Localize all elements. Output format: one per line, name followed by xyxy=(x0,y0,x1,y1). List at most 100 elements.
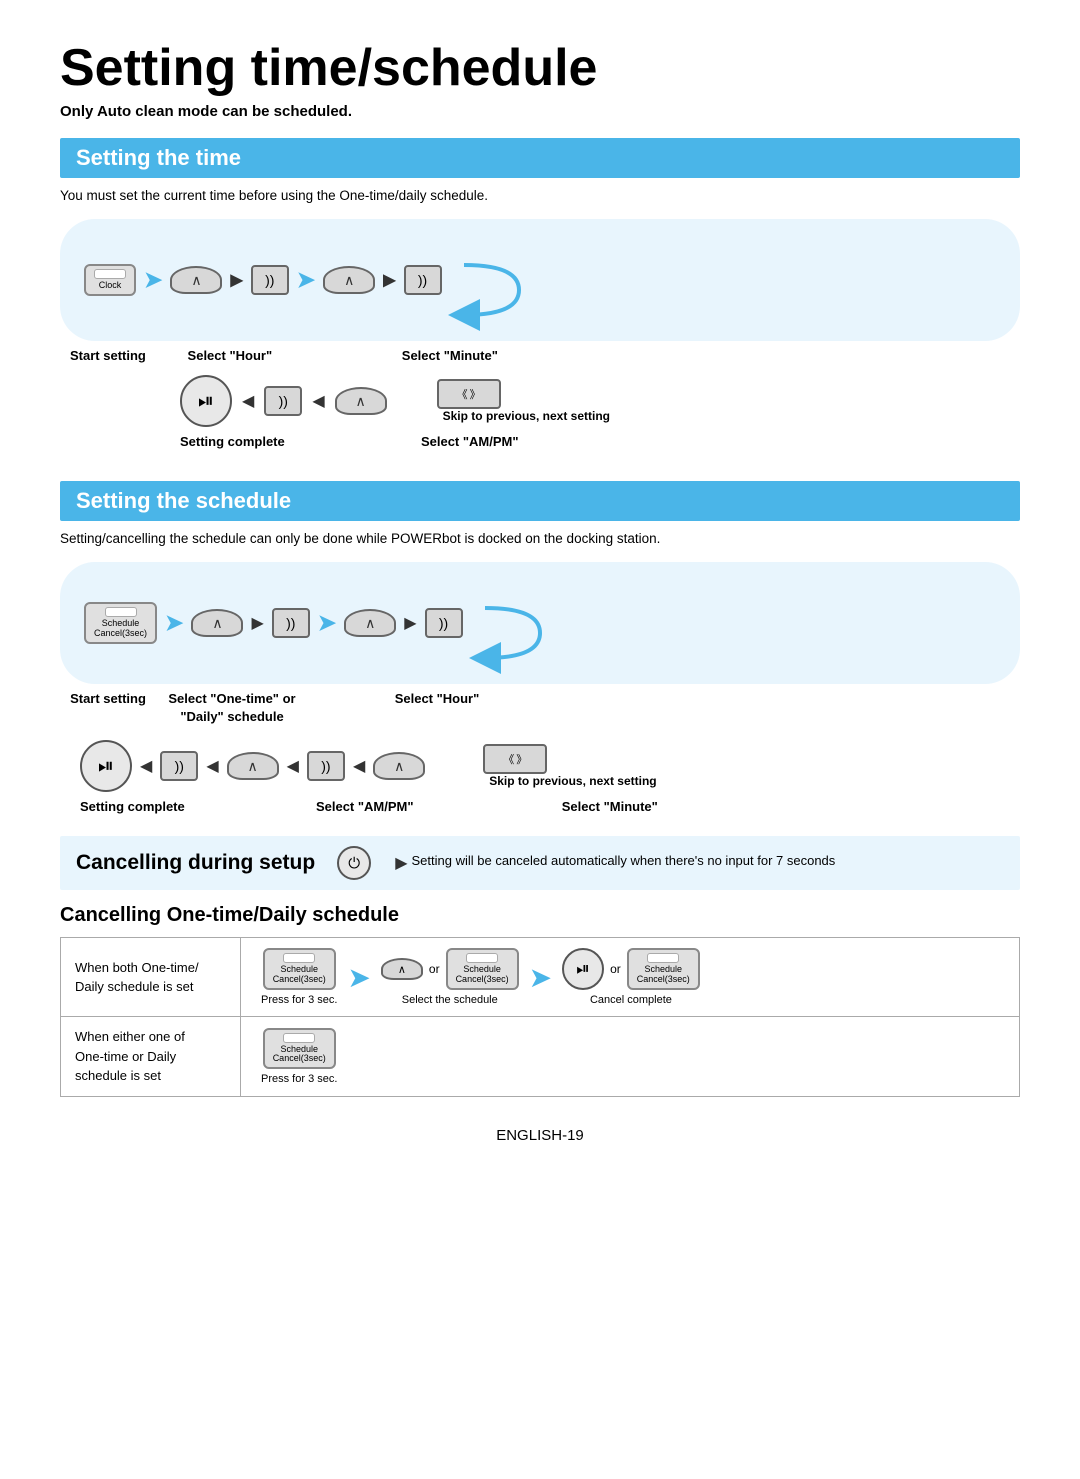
skip-group-1: 《》 Skip to previous, next setting xyxy=(437,379,610,423)
sound-sb2: )) xyxy=(307,751,345,781)
either-flow: ScheduleCancel(3sec) Press for 3 sec. xyxy=(261,1028,999,1086)
schedule-bottom-labels: Setting complete Select "AM/PM" Select "… xyxy=(80,798,1020,816)
arrow2: ▶ xyxy=(230,270,242,290)
table-label-select-schedule: Select the schedule xyxy=(402,994,498,1006)
arrow-sl4: ◀ xyxy=(353,756,365,776)
hat-sb-button-2[interactable]: ∧ xyxy=(373,752,425,780)
arrow-left-2: ◀ xyxy=(312,391,324,411)
sound-sb-button-1[interactable]: )) xyxy=(160,751,198,781)
section-schedule-header: Setting the schedule xyxy=(60,481,1020,521)
label-select-minute-2: Select "Minute" xyxy=(562,799,658,814)
arrow-sl2: ◀ xyxy=(206,756,218,776)
skip-button-2[interactable]: 《》 xyxy=(483,744,547,774)
cancel-schedule-header: Cancelling One-time/Daily schedule xyxy=(60,904,1020,927)
hat-s1: ∧ xyxy=(191,609,243,637)
hat-sb2: ∧ xyxy=(373,752,425,780)
both-content: ScheduleCancel(3sec) Press for 3 sec. ➤ … xyxy=(241,938,1020,1017)
playpause-button-2[interactable]: ⏯ xyxy=(80,740,132,792)
table-row-both: When both One-time/Daily schedule is set… xyxy=(61,938,1020,1017)
hat-button-2[interactable]: ∧ xyxy=(323,266,375,294)
arrow-s1: ➤ xyxy=(165,610,183,636)
label-select-ampm-2: Select "AM/PM" xyxy=(316,799,414,814)
sound-right-2: )) xyxy=(404,265,442,295)
table-hat-1[interactable]: ∧ xyxy=(381,958,423,980)
arrow-s4: ▶ xyxy=(404,613,416,633)
hat-up-3: ∧ xyxy=(335,387,387,415)
playpause-1: ⏯ xyxy=(180,375,232,427)
curve-arrow-1 xyxy=(454,235,534,325)
table-schedule-button-1[interactable]: ScheduleCancel(3sec) xyxy=(263,948,336,990)
hat-s-button-2[interactable]: ∧ xyxy=(344,609,396,637)
label-setting-complete-1: Setting complete xyxy=(180,434,285,449)
footer-text: ENGLISH-19 xyxy=(496,1127,584,1144)
hat-sb-button-1[interactable]: ∧ xyxy=(227,752,279,780)
schedule-top-labels: Start setting Select "One-time" or "Dail… xyxy=(70,690,1020,726)
either-label: When either one ofOne-time or Dailysched… xyxy=(61,1017,241,1097)
table-arrow-1: ➤ xyxy=(347,961,370,994)
sound-sb1: )) xyxy=(160,751,198,781)
sound-button-1[interactable]: )) xyxy=(251,265,289,295)
table-schedule-button-3[interactable]: ScheduleCancel(3sec) xyxy=(627,948,700,990)
playpause-button-1[interactable]: ⏯ xyxy=(180,375,232,427)
arrow-s3: ➤ xyxy=(318,610,336,636)
table-label-cancel-complete: Cancel complete xyxy=(590,994,672,1006)
label-start-setting-2: Start setting xyxy=(70,691,146,706)
table-arrow-2: ➤ xyxy=(529,961,552,994)
table-playpause[interactable]: ⏯ xyxy=(562,948,604,990)
hat-sb1: ∧ xyxy=(227,752,279,780)
both-flow: ScheduleCancel(3sec) Press for 3 sec. ➤ … xyxy=(261,948,999,1006)
section-time-desc: You must set the current time before usi… xyxy=(60,188,1020,203)
arrow-left-1: ◀ xyxy=(242,391,254,411)
label-setting-complete-2: Setting complete xyxy=(80,799,185,814)
label-select-minute-1: Select "Minute" xyxy=(402,348,498,363)
page-footer: ENGLISH-19 xyxy=(60,1127,1020,1144)
label-select-ampm-1: Select "AM/PM" xyxy=(421,434,519,449)
sound-sb-button-2[interactable]: )) xyxy=(307,751,345,781)
clock-button-group: Clock xyxy=(84,264,136,296)
table-schedule-button-2[interactable]: ScheduleCancel(3sec) xyxy=(446,948,519,990)
label-skip-2: Skip to previous, next setting xyxy=(489,774,656,788)
schedule-button[interactable]: ScheduleCancel(3sec) xyxy=(84,602,157,644)
sound-s1: )) xyxy=(272,608,310,638)
sound-button-3[interactable]: )) xyxy=(264,386,302,416)
either-content: ScheduleCancel(3sec) Press for 3 sec. xyxy=(241,1017,1020,1097)
table-or-text-2: or xyxy=(610,962,621,976)
sound-button-2[interactable]: )) xyxy=(404,265,442,295)
skip-button-1[interactable]: 《》 xyxy=(437,379,501,409)
table-item-schedule-either: ScheduleCancel(3sec) Press for 3 sec. xyxy=(261,1028,337,1086)
arrow-s2: ▶ xyxy=(251,613,263,633)
arrow4: ▶ xyxy=(383,270,395,290)
table-or-text: or xyxy=(429,962,440,976)
skip-group-2: 《》 Skip to previous, next setting xyxy=(483,744,656,788)
label-select-hour-1: Select "Hour" xyxy=(188,348,273,363)
hat-up-2: ∧ xyxy=(323,266,375,294)
clock-button[interactable]: Clock xyxy=(84,264,136,296)
hat-s-button-1[interactable]: ∧ xyxy=(191,609,243,637)
table-label-press-either: Press for 3 sec. xyxy=(261,1073,337,1085)
arrow-sl3: ◀ xyxy=(287,756,299,776)
sound-left-1: )) xyxy=(264,386,302,416)
hat-button-3[interactable]: ∧ xyxy=(335,387,387,415)
sound-s-button-1[interactable]: )) xyxy=(272,608,310,638)
cancel-setup-desc: Setting will be canceled automatically w… xyxy=(412,853,836,868)
time-bottom-labels: Setting complete Select "AM/PM" xyxy=(180,433,1020,451)
section-time: Setting the time You must set the curren… xyxy=(60,138,1020,451)
label-start-setting-1: Start setting xyxy=(70,348,146,363)
sound-right-1: )) xyxy=(251,265,289,295)
table-item-playpause-or: ⏯ or ScheduleCancel(3sec) Cancel complet… xyxy=(562,948,700,1006)
table-schedule-either[interactable]: ScheduleCancel(3sec) xyxy=(263,1028,336,1070)
hat-s2: ∧ xyxy=(344,609,396,637)
schedule-bottom-row: ⏯ ◀ )) ◀ ∧ ◀ )) ◀ ∧ 《》 Skip to previous,… xyxy=(80,740,1020,792)
power-button[interactable]: ⏻ xyxy=(337,846,371,880)
label-select-hour-2: Select "Hour" xyxy=(395,691,480,706)
sound-s-button-2[interactable]: )) xyxy=(425,608,463,638)
cancel-setup-desc-wrap: ▶ Setting will be canceled automatically… xyxy=(395,853,835,873)
playpause-2: ⏯ xyxy=(80,740,132,792)
table-row-either: When either one ofOne-time or Dailysched… xyxy=(61,1017,1020,1097)
cancel-schedule-section: Cancelling One-time/Daily schedule When … xyxy=(60,904,1020,1097)
cancel-setup-label: Cancelling during setup xyxy=(76,851,315,875)
hat-button-1[interactable]: ∧ xyxy=(170,266,222,294)
arrow-sl1: ◀ xyxy=(140,756,152,776)
schedule-flow-block: ScheduleCancel(3sec) ➤ ∧ ▶ )) ➤ ∧ ▶ )) xyxy=(60,562,1020,726)
time-flow-block: Clock ➤ ∧ ▶ )) ➤ ∧ ▶ )) xyxy=(60,219,1020,365)
